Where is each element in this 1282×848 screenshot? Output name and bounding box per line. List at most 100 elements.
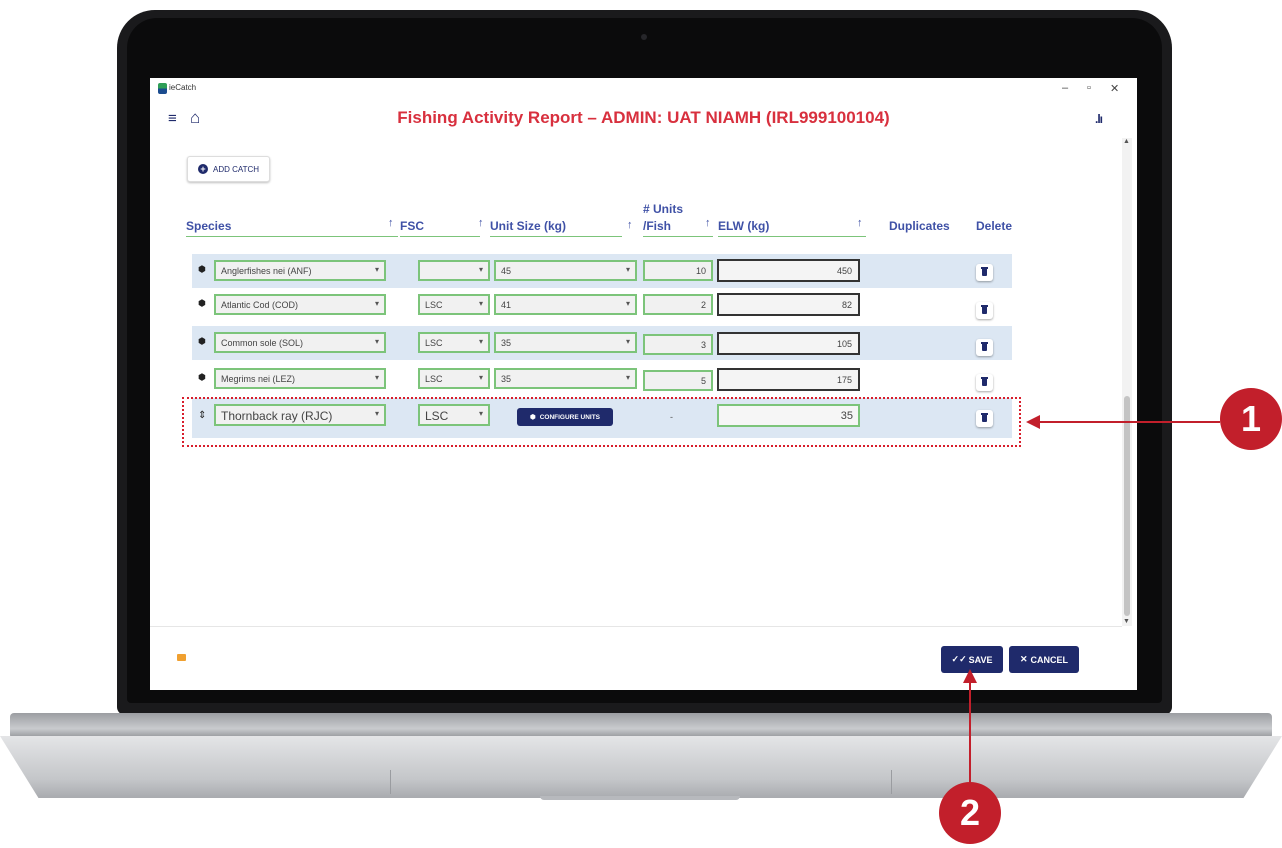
app-name: ieCatch [169, 83, 197, 92]
elw-value: 450 [717, 259, 860, 282]
chevron-down-icon: ▾ [625, 337, 630, 346]
sort-arrow-icon[interactable]: ↑ [478, 217, 484, 229]
table-row: ⬢ Megrims nei (LEZ) ▾ LSC ▾ 35 ▾ 5 175 [192, 362, 1012, 396]
header-underline [400, 236, 480, 237]
double-check-icon: ✓✓ [951, 654, 967, 664]
scroll-down-icon[interactable]: ▼ [1123, 618, 1130, 625]
laptop-notch [540, 796, 740, 800]
fsc-value: LSC [425, 374, 443, 384]
table-row: ⬢ Atlantic Cod (COD) ▾ LSC ▾ 41 ▾ 2 82 [192, 288, 1012, 322]
species-select[interactable]: Atlantic Cod (COD) ▾ [214, 294, 386, 315]
species-value: Common sole (SOL) [221, 338, 304, 348]
species-select[interactable]: Common sole (SOL) ▾ [214, 332, 386, 353]
sort-arrow-icon[interactable]: ↑ [857, 217, 863, 229]
restore-icon[interactable]: ▫ [1087, 82, 1091, 94]
column-header-units-per-fish[interactable]: # Units [643, 202, 683, 216]
sort-arrow-icon[interactable]: ↑ [388, 217, 394, 229]
chevron-down-icon: ▾ [478, 337, 483, 346]
unit-size-value: 41 [501, 300, 512, 310]
units-per-fish-input[interactable]: 3 [643, 334, 713, 355]
delete-trash-icon[interactable] [976, 374, 993, 391]
unit-size-select[interactable]: 45 ▾ [494, 260, 637, 281]
species-cube-icon: ⬢ [198, 264, 206, 274]
header-underline [186, 236, 398, 237]
save-label: SAVE [968, 654, 993, 665]
title-bar: ieCatch – ▫ ✕ [150, 78, 1137, 100]
fsc-value: LSC [425, 300, 443, 310]
camera-icon [641, 34, 647, 40]
fsc-select[interactable]: LSC ▾ [418, 368, 490, 389]
column-header-delete: Delete [976, 219, 1013, 233]
delete-trash-icon[interactable] [976, 264, 993, 281]
add-catch-label: ADD CATCH [213, 164, 260, 174]
units-per-fish-input[interactable]: 10 [643, 260, 713, 281]
cancel-button[interactable]: ✕ CANCEL [1009, 646, 1079, 673]
table-row: ⬢ Anglerfishes nei (ANF) ▾ ▾ 45 ▾ 10 450 [192, 254, 1012, 288]
units-per-fish-input[interactable]: 2 [643, 294, 713, 315]
minimize-icon[interactable]: – [1062, 82, 1068, 94]
units-per-fish-input[interactable]: 5 [643, 370, 713, 391]
chevron-down-icon: ▾ [478, 299, 483, 308]
unit-size-select[interactable]: 35 ▾ [494, 332, 637, 353]
chevron-down-icon: ▾ [478, 373, 483, 382]
fsc-value: LSC [425, 338, 443, 348]
elw-value: 175 [717, 368, 860, 391]
scrollbar-thumb[interactable] [1124, 396, 1130, 616]
callout-1-arrow [1040, 421, 1220, 423]
plus-circle-icon: + [198, 164, 208, 174]
column-header-fsc[interactable]: FSC [400, 219, 424, 233]
fsc-select[interactable]: ▾ [418, 260, 490, 281]
sort-arrow-icon[interactable]: ↑ [627, 219, 633, 231]
column-header-units-per-fish-line2[interactable]: /Fish [643, 219, 671, 233]
species-value: Atlantic Cod (COD) [221, 300, 299, 310]
unit-size-value: 35 [501, 374, 512, 384]
scroll-up-icon[interactable]: ▲ [1123, 138, 1130, 145]
chevron-down-icon: ▾ [374, 299, 379, 308]
delete-trash-icon[interactable] [976, 339, 993, 356]
species-select[interactable]: Anglerfishes nei (ANF) ▾ [214, 260, 386, 281]
elw-value: 82 [717, 293, 860, 316]
header-underline [643, 236, 713, 237]
callout-badge-2: 2 [939, 782, 1001, 844]
footer-divider [150, 626, 1122, 627]
header-underline [490, 236, 622, 237]
fsc-select[interactable]: LSC ▾ [418, 332, 490, 353]
close-icon[interactable]: ✕ [1110, 82, 1119, 95]
chevron-down-icon: ▾ [374, 337, 379, 346]
cancel-label: CANCEL [1030, 654, 1069, 665]
unit-size-value: 45 [501, 266, 512, 276]
sort-arrow-icon[interactable]: ↑ [705, 217, 711, 229]
species-value: Anglerfishes nei (ANF) [221, 266, 312, 276]
species-select[interactable]: Megrims nei (LEZ) ▾ [214, 368, 386, 389]
delete-trash-icon[interactable] [976, 302, 993, 319]
unit-size-value: 35 [501, 338, 512, 348]
laptop-hinge [10, 713, 1272, 739]
mail-icon[interactable] [177, 654, 186, 661]
fsc-select[interactable]: LSC ▾ [418, 294, 490, 315]
chevron-down-icon: ▾ [625, 265, 630, 274]
callout-2-arrow [969, 682, 971, 782]
page-title: Fishing Activity Report – ADMIN: UAT NIA… [397, 108, 890, 127]
column-header-elw[interactable]: ELW (kg) [718, 219, 769, 233]
chevron-down-icon: ▾ [374, 265, 379, 274]
species-value: Megrims nei (LEZ) [221, 374, 296, 384]
arrow-left-icon [1026, 415, 1040, 429]
new-row-highlight-box [182, 397, 1021, 447]
column-header-duplicates: Duplicates [889, 219, 950, 233]
arrow-up-icon [963, 669, 977, 683]
chevron-down-icon: ▾ [374, 373, 379, 382]
species-cube-icon: ⬢ [198, 336, 206, 346]
table-row: ⬢ Common sole (SOL) ▾ LSC ▾ 35 ▾ 3 105 [192, 326, 1012, 360]
unit-size-select[interactable]: 41 ▾ [494, 294, 637, 315]
column-header-species[interactable]: Species [186, 219, 231, 233]
laptop-trackpad [390, 770, 892, 794]
bar-chart-icon[interactable]: .lı [1095, 112, 1103, 126]
column-header-unit-size[interactable]: Unit Size (kg) [490, 219, 566, 233]
unit-size-select[interactable]: 35 ▾ [494, 368, 637, 389]
app-logo-icon [158, 83, 167, 94]
species-cube-icon: ⬢ [198, 372, 206, 382]
elw-value: 105 [717, 332, 860, 355]
close-x-icon: ✕ [1019, 654, 1028, 664]
chevron-down-icon: ▾ [625, 299, 630, 308]
add-catch-button[interactable]: + ADD CATCH [187, 156, 271, 182]
